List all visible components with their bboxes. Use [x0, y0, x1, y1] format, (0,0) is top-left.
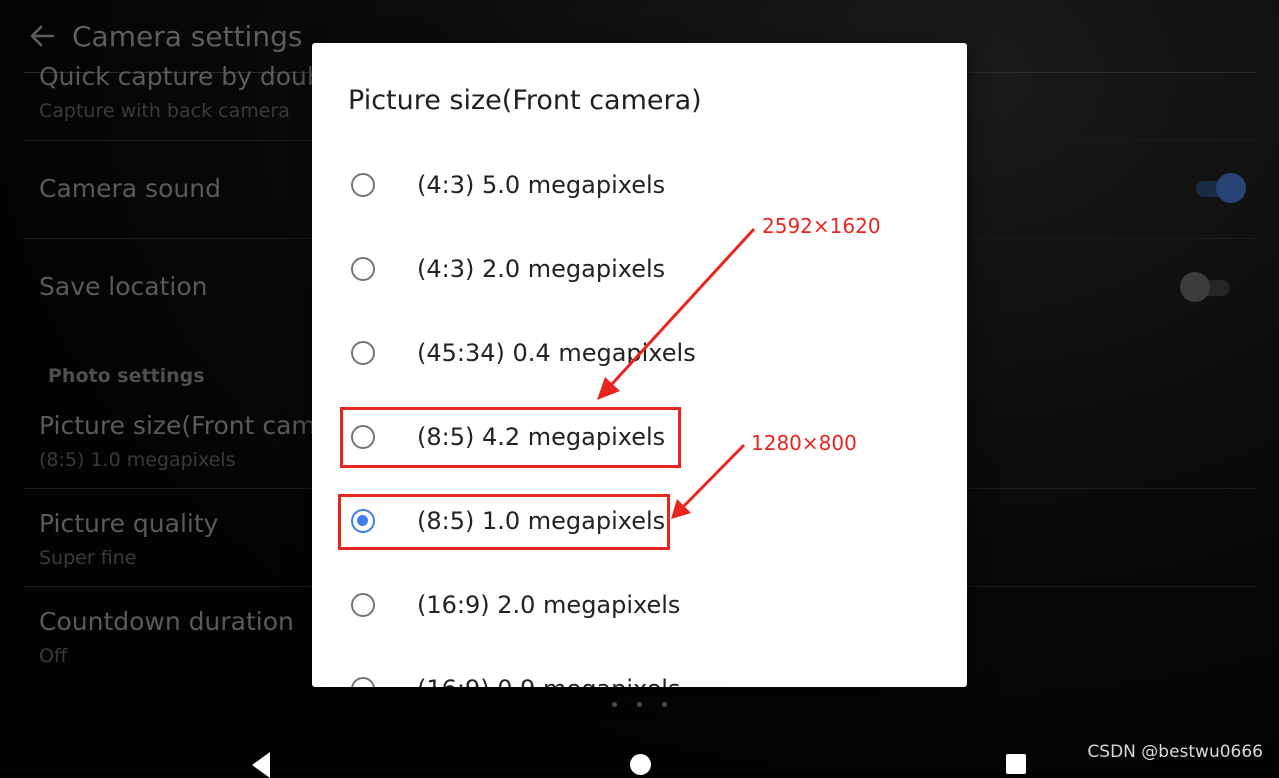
- arrow-to-1-0mp: [671, 443, 746, 519]
- arrow-to-4-2mp: [597, 227, 756, 400]
- annotation-arrows: [597, 227, 756, 519]
